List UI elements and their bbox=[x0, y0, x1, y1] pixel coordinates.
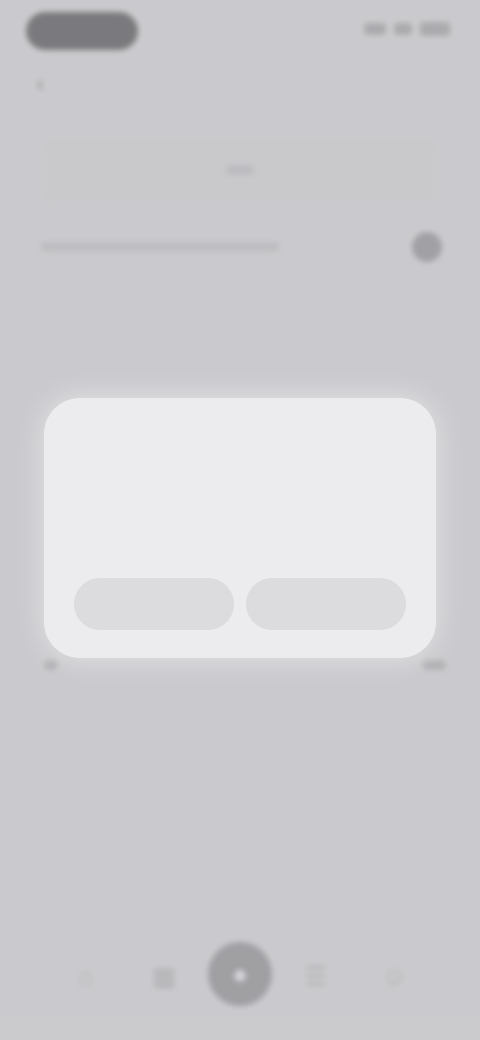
dialog-secondary-button[interactable] bbox=[74, 578, 234, 630]
dialog-actions bbox=[74, 578, 406, 630]
alert-dialog bbox=[44, 398, 436, 658]
dialog-primary-button[interactable] bbox=[246, 578, 406, 630]
app-screen: ‹ ⌂ ▦ ● ☰ ☺ bbox=[0, 0, 480, 1040]
